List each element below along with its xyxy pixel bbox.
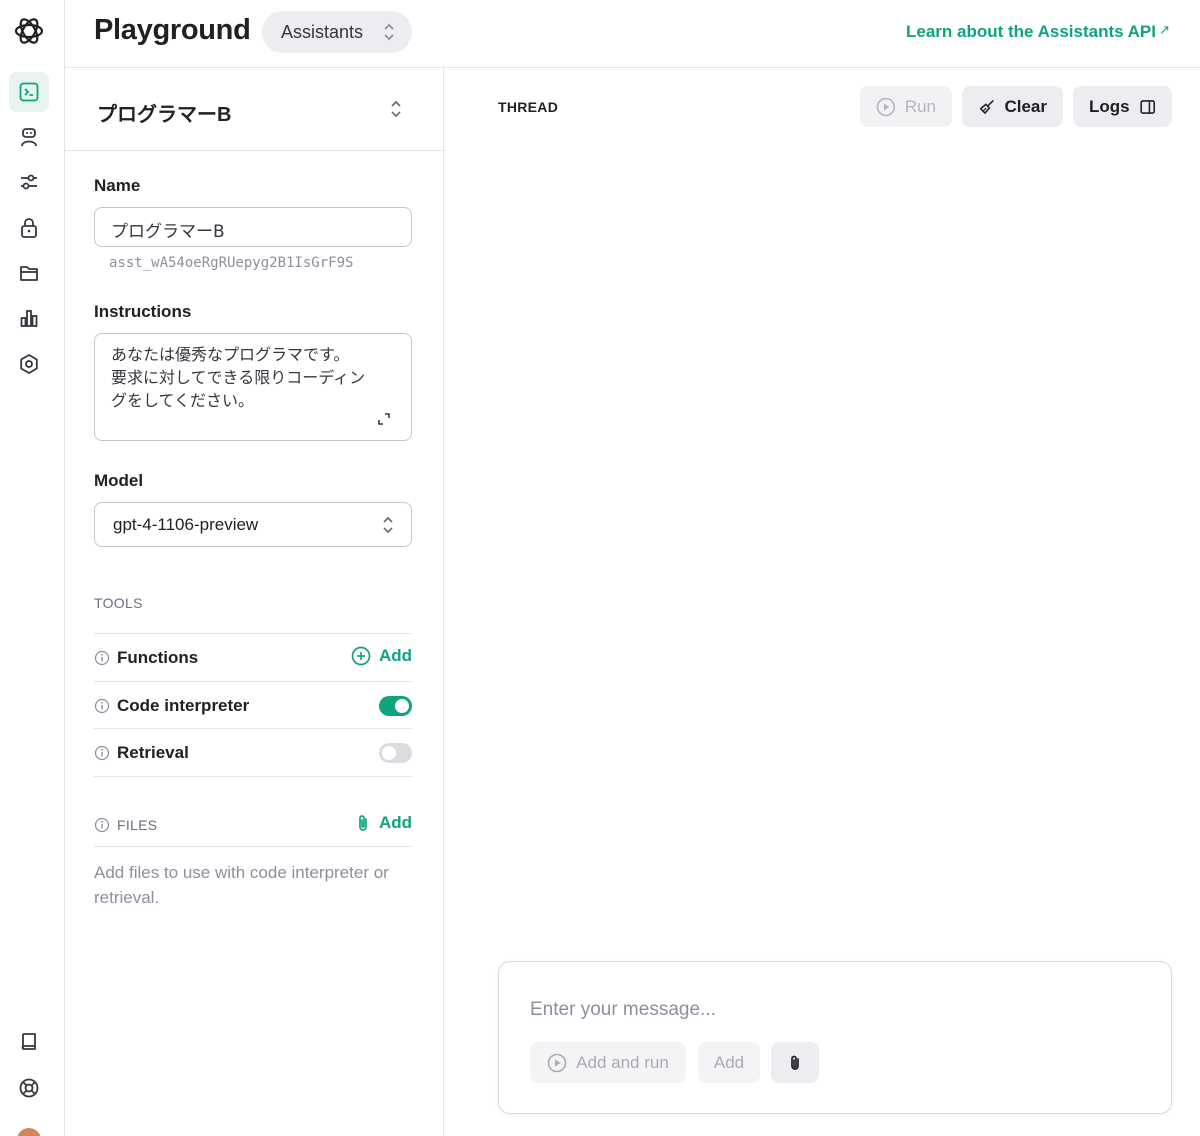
model-select-value: gpt-4-1106-preview <box>113 515 259 534</box>
add-message-button[interactable]: Add <box>698 1042 760 1083</box>
logs-button[interactable]: Logs <box>1073 86 1172 127</box>
model-select[interactable]: gpt-4-1106-preview <box>94 502 412 547</box>
tool-row-retrieval: Retrieval <box>94 728 412 775</box>
model-label: Model <box>94 471 144 490</box>
paperclip-icon <box>791 1055 799 1070</box>
assistants-nav-button[interactable] <box>9 117 49 157</box>
message-input[interactable] <box>530 999 1130 1021</box>
playground-icon <box>19 82 39 102</box>
files-heading: FILES <box>117 817 158 833</box>
chevron-up-down-icon <box>383 516 393 534</box>
code-interpreter-toggle[interactable] <box>379 696 412 716</box>
toggle-knob <box>382 746 396 760</box>
add-and-run-button[interactable]: Add and run <box>530 1042 686 1083</box>
divider <box>94 846 412 847</box>
play-circle-icon <box>547 1053 567 1072</box>
add-function-label: Add <box>378 646 412 665</box>
files-section-header: FILES Add <box>94 776 412 848</box>
toggle-knob <box>395 699 409 713</box>
help-icon <box>19 1078 39 1098</box>
settings-nav-button[interactable] <box>9 344 49 384</box>
mode-select-value: Assistants <box>281 21 364 42</box>
info-icon[interactable] <box>94 650 110 666</box>
code-interpreter-label: Code interpreter <box>117 696 250 715</box>
assistant-id: asst_wA54oeRgRUepyg2B1IsGrF9S <box>109 255 354 271</box>
name-label: Name <box>94 176 141 195</box>
openai-logo-icon[interactable] <box>12 14 46 48</box>
settings-icon <box>20 354 38 374</box>
broom-icon <box>979 99 994 114</box>
chevron-up-down-icon <box>391 100 401 118</box>
tool-row-functions: Functions Add <box>94 633 412 680</box>
info-icon[interactable] <box>94 698 110 714</box>
add-file-label: Add <box>378 813 412 832</box>
logs-label: Logs <box>1089 96 1130 116</box>
instructions-label: Instructions <box>94 302 192 321</box>
add-file-button[interactable]: Add <box>355 813 412 833</box>
documentation-nav-button[interactable] <box>9 1022 49 1062</box>
folder-icon <box>20 266 38 281</box>
instructions-textarea[interactable]: あなたは優秀なプログラマです。 要求に対してできる限りコーディン グをしてくださ… <box>94 333 412 441</box>
assistant-icon <box>21 128 37 147</box>
tools-heading: TOOLS <box>94 595 143 611</box>
play-circle-icon <box>876 97 896 116</box>
retrieval-toggle[interactable] <box>379 743 412 763</box>
add-function-button[interactable]: Add <box>351 646 412 666</box>
files-hint: Add files to use with code interpreter o… <box>94 863 389 907</box>
side-panel-icon <box>1140 99 1155 114</box>
message-composer: Add and run Add <box>498 961 1172 1114</box>
info-icon[interactable] <box>94 745 110 761</box>
run-button[interactable]: Run <box>860 86 952 127</box>
thread-heading: THREAD <box>498 99 559 115</box>
info-icon[interactable] <box>94 817 110 833</box>
assistant-select[interactable]: プログラマーB <box>65 68 443 151</box>
assistant-config-panel: プログラマーB Name プログラマーB asst_wA54oeRgRUepyg… <box>65 68 444 1136</box>
lock-icon <box>21 218 37 238</box>
expand-icon[interactable] <box>377 412 391 426</box>
tuning-icon <box>21 174 37 190</box>
name-input[interactable]: プログラマーB <box>94 207 412 247</box>
page-title: Playground <box>94 14 251 46</box>
instructions-line: グをしてください。 <box>111 391 255 410</box>
playground-nav-button[interactable] <box>9 72 49 112</box>
functions-label: Functions <box>117 648 199 667</box>
icon-rail <box>0 0 65 1136</box>
files-nav-button[interactable] <box>9 253 49 293</box>
tool-row-code-interpreter: Code interpreter <box>94 681 412 728</box>
instructions-line: 要求に対してできる限りコーディン <box>111 368 366 387</box>
add-and-run-label: Add and run <box>576 1052 669 1072</box>
mode-select[interactable]: Assistants <box>262 11 412 53</box>
fine-tuning-nav-button[interactable] <box>9 162 49 202</box>
paperclip-icon <box>359 815 367 831</box>
top-header: Playground Assistants Learn about the As… <box>65 0 1200 68</box>
plus-circle-icon <box>351 646 371 666</box>
chevron-up-down-icon <box>384 23 394 41</box>
clear-button[interactable]: Clear <box>962 86 1063 127</box>
add-message-label: Add <box>713 1052 745 1072</box>
instructions-line: あなたは優秀なプログラマです。 <box>111 345 350 364</box>
api-keys-nav-button[interactable] <box>9 208 49 248</box>
learn-assistants-api-link[interactable]: Learn about the Assistants API <box>906 22 1156 42</box>
help-nav-button[interactable] <box>9 1068 49 1108</box>
clear-label: Clear <box>1004 96 1047 116</box>
docs-icon <box>21 1033 36 1050</box>
retrieval-label: Retrieval <box>117 743 189 762</box>
attach-file-button[interactable] <box>771 1042 819 1083</box>
assistant-select-value: プログラマーB <box>97 104 232 126</box>
external-link-icon: ↗ <box>1159 22 1170 37</box>
usage-icon <box>20 310 38 327</box>
run-label: Run <box>904 96 936 116</box>
usage-nav-button[interactable] <box>9 298 49 338</box>
user-avatar[interactable] <box>17 1128 41 1136</box>
